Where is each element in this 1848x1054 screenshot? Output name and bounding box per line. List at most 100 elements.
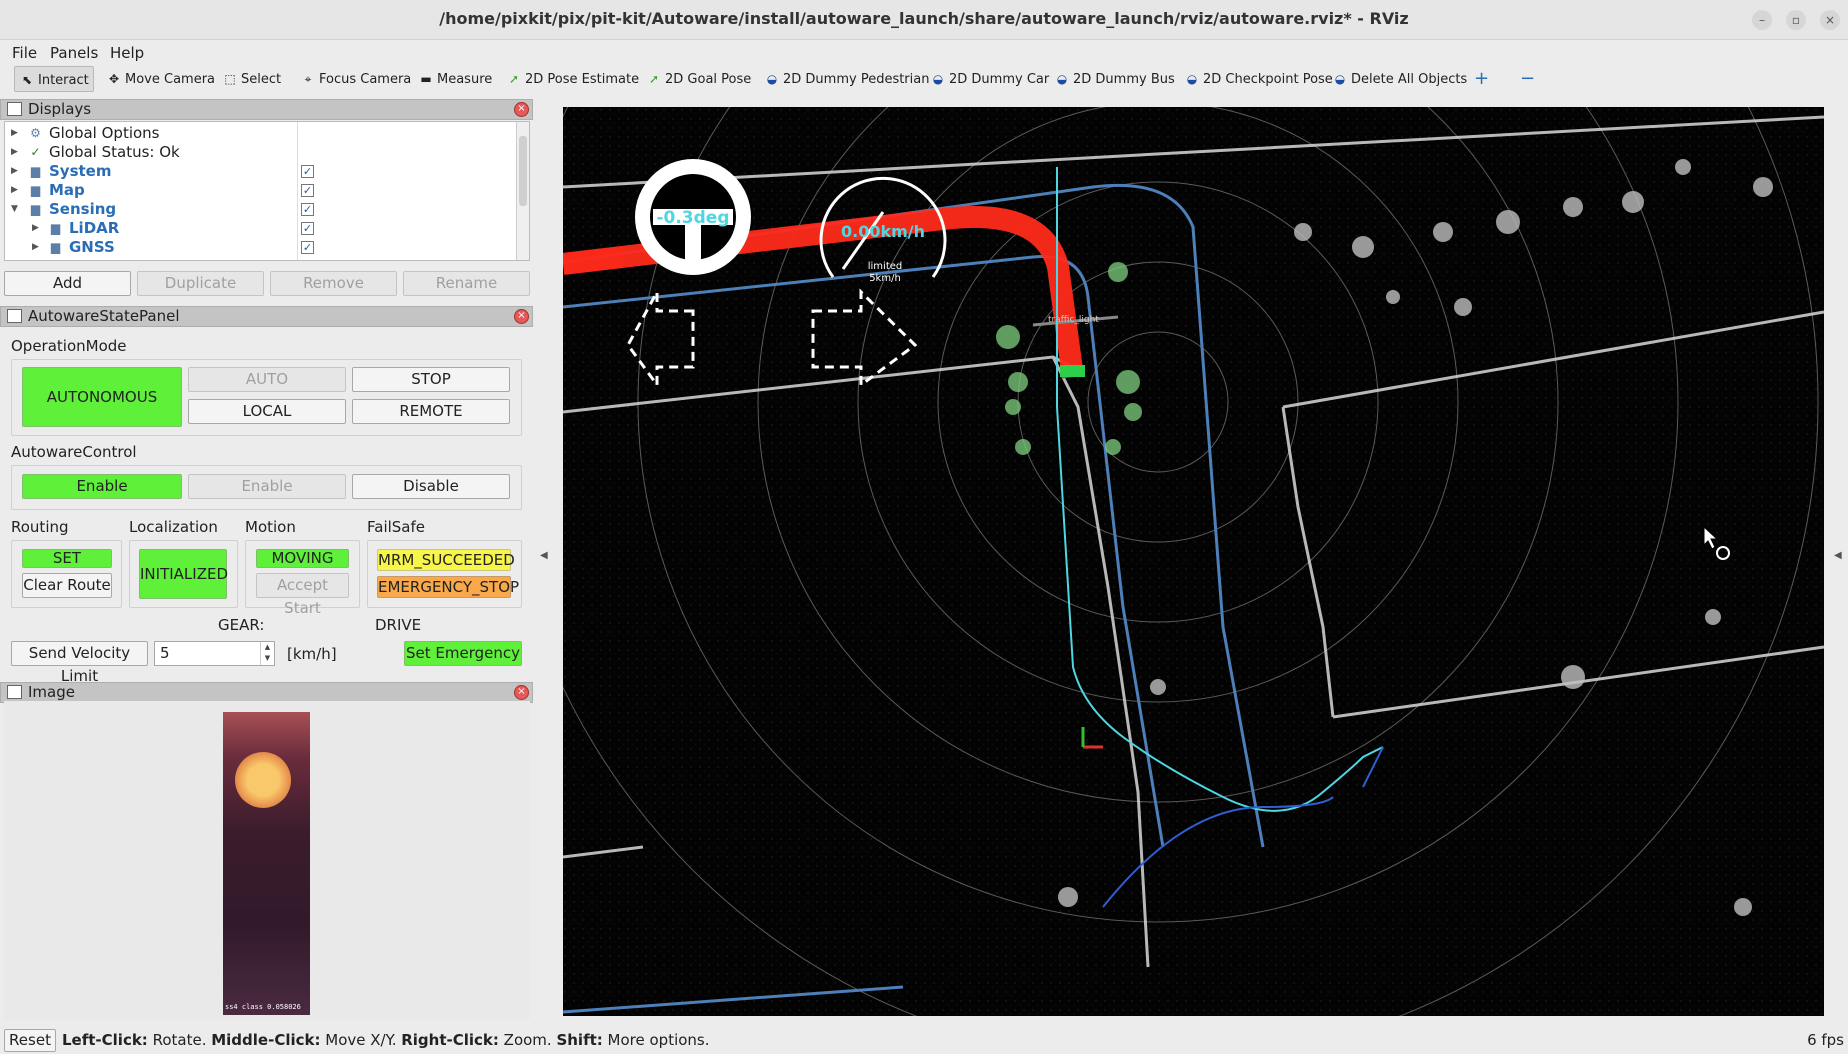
displays-tree[interactable]: ▶ ⚙ Global Options ▶ ✓ Global Status: Ok… — [4, 121, 530, 261]
expand-arrow-icon[interactable]: ▶ — [11, 143, 18, 162]
close-panel-icon[interactable]: × — [514, 102, 529, 117]
tree-item-global-status[interactable]: ▶ ✓ Global Status: Ok — [5, 143, 520, 162]
visibility-checkbox[interactable]: ✓ — [301, 222, 314, 235]
expand-arrow-icon[interactable]: ▶ — [11, 162, 18, 181]
autoware-logo-icon: ◒ — [932, 72, 944, 86]
window-title: /home/pixkit/pix/pit-kit/Autoware/instal… — [439, 9, 1409, 28]
operation-mode-label: OperationMode — [11, 337, 127, 355]
gear-icon: ⚙ — [30, 126, 41, 140]
tool-focus-camera[interactable]: ⌖ Focus Camera — [296, 66, 415, 92]
velocity-unit-label: [km/h] — [287, 645, 337, 663]
speed-text: 0.00km/h — [841, 222, 925, 241]
render-viewport[interactable]: traffic_light -0.3deg 0.00km/h limited 5… — [563, 107, 1824, 1016]
tree-item-map[interactable]: ▶ ▆ Map ✓ — [5, 181, 520, 200]
image-icon — [7, 685, 22, 699]
green-arrow-icon: ➚ — [508, 72, 520, 86]
send-velocity-limit-button[interactable]: Send Velocity Limit — [11, 641, 148, 685]
tool-2d-dummy-pedestrian[interactable]: ◒ 2D Dummy Pedestrian — [760, 66, 933, 92]
minimize-icon[interactable]: – — [1752, 10, 1772, 30]
ruler-icon: ▬ — [420, 72, 432, 86]
stop-line-marker — [1060, 365, 1085, 377]
tool-2d-checkpoint-pose[interactable]: ◒ 2D Checkpoint Pose — [1180, 66, 1337, 92]
add-display-button[interactable]: Add — [4, 271, 131, 296]
tool-move-camera[interactable]: ✥ Move Camera — [102, 66, 219, 92]
enable-control-button[interactable]: Enable — [188, 474, 346, 499]
autoware-logo-icon: ◒ — [1334, 72, 1346, 86]
tool-measure[interactable]: ▬ Measure — [414, 66, 496, 92]
tool-select[interactable]: ⬚ Select — [218, 66, 285, 92]
tree-item-sensing[interactable]: ▼ ▆ Sensing ✓ — [5, 200, 520, 219]
image-panel-header: Image × — [0, 682, 533, 703]
tool-2d-dummy-car[interactable]: ◒ 2D Dummy Car — [926, 66, 1053, 92]
menu-file[interactable]: File — [12, 44, 37, 62]
localization-label: Localization — [129, 518, 218, 536]
tool-2d-dummy-bus[interactable]: ◒ 2D Dummy Bus — [1050, 66, 1179, 92]
accept-start-button[interactable]: Accept Start — [256, 573, 349, 617]
displays-title: Displays — [28, 100, 92, 118]
routing-label: Routing — [11, 518, 69, 536]
remove-tool-button[interactable]: − — [1516, 66, 1539, 92]
tree-item-lidar[interactable]: ▶ ▆ LiDAR ✓ — [5, 219, 520, 238]
local-button[interactable]: LOCAL — [188, 399, 346, 424]
displays-panel-header: Displays × — [0, 99, 533, 120]
state-panel-header: AutowareStatePanel × — [0, 306, 533, 327]
folder-icon: ▆ — [30, 202, 41, 216]
autoware-logo-icon: ◒ — [1056, 72, 1068, 86]
expand-arrow-icon[interactable]: ▶ — [11, 124, 18, 143]
auto-button[interactable]: AUTO — [188, 367, 346, 392]
remove-display-button[interactable]: Remove — [270, 271, 397, 296]
checkmark-icon: ✓ — [30, 145, 41, 159]
collapse-panel-arrow-icon[interactable]: ◀ — [540, 550, 548, 561]
expand-arrow-icon[interactable]: ▶ — [32, 238, 39, 257]
scene-svg[interactable]: traffic_light -0.3deg 0.00km/h limited 5… — [563, 107, 1824, 1016]
green-arrow-icon: ➚ — [648, 72, 660, 86]
mrm-state-badge: MRM_SUCCEEDED — [377, 549, 515, 571]
tree-item-gnss[interactable]: ▶ ▆ GNSS ✓ — [5, 238, 520, 257]
motion-label: Motion — [245, 518, 296, 536]
motion-status: MOVING — [256, 549, 349, 568]
set-emergency-button[interactable]: Set Emergency — [404, 641, 522, 666]
clear-route-button[interactable]: Clear Route — [22, 573, 112, 598]
spinner-arrows-icon[interactable]: ▲ ▼ — [260, 642, 274, 665]
collapse-right-panel-arrow-icon[interactable]: ◀ — [1834, 550, 1842, 561]
close-panel-icon[interactable]: × — [514, 309, 529, 324]
expand-arrow-icon[interactable]: ▶ — [11, 181, 18, 200]
cursor-icon: ⬉ — [21, 73, 33, 87]
expand-arrow-icon[interactable]: ▶ — [32, 219, 39, 238]
visibility-checkbox[interactable]: ✓ — [301, 203, 314, 216]
velocity-limit-input[interactable]: 5 ▲ ▼ — [154, 641, 275, 666]
autoware-logo-icon — [7, 309, 22, 323]
stop-button[interactable]: STOP — [352, 367, 510, 392]
tree-item-system[interactable]: ▶ ▆ System ✓ — [5, 162, 520, 181]
tool-interact[interactable]: ⬉ Interact — [14, 66, 94, 92]
tool-2d-goal-pose[interactable]: ➚ 2D Goal Pose — [642, 66, 755, 92]
tool-2d-pose-estimate[interactable]: ➚ 2D Pose Estimate — [502, 66, 643, 92]
menu-help[interactable]: Help — [110, 44, 144, 62]
visibility-checkbox[interactable]: ✓ — [301, 165, 314, 178]
reset-view-button[interactable]: Reset — [4, 1029, 56, 1052]
visibility-checkbox[interactable]: ✓ — [301, 241, 314, 254]
close-icon[interactable]: × — [1820, 10, 1840, 30]
remote-button[interactable]: REMOTE — [352, 399, 510, 424]
tree-item-global-options[interactable]: ▶ ⚙ Global Options — [5, 124, 520, 143]
duplicate-display-button[interactable]: Duplicate — [137, 271, 264, 296]
traffic-light-text: traffic_light — [1048, 315, 1099, 325]
folder-icon: ▆ — [30, 164, 41, 178]
close-panel-icon[interactable]: × — [514, 685, 529, 700]
folder-icon: ▆ — [50, 240, 61, 254]
menu-bar: File Panels Help — [0, 40, 1848, 66]
menu-panels[interactable]: Panels — [50, 44, 98, 62]
disable-control-button[interactable]: Disable — [352, 474, 510, 499]
tree-scrollbar[interactable] — [516, 122, 529, 260]
scrollbar-thumb[interactable] — [519, 136, 527, 206]
tool-delete-all-objects[interactable]: ◒ Delete All Objects — [1328, 66, 1471, 92]
folder-icon: ▆ — [30, 183, 41, 197]
visibility-checkbox[interactable]: ✓ — [301, 184, 314, 197]
rename-display-button[interactable]: Rename — [403, 271, 530, 296]
autoware-logo-icon: ◒ — [766, 72, 778, 86]
routing-status: SET — [22, 549, 112, 568]
maximize-icon[interactable]: ▫ — [1786, 10, 1806, 30]
collapse-arrow-icon[interactable]: ▼ — [11, 200, 18, 219]
add-tool-button[interactable]: + — [1470, 66, 1493, 92]
state-panel-title: AutowareStatePanel — [28, 307, 180, 325]
